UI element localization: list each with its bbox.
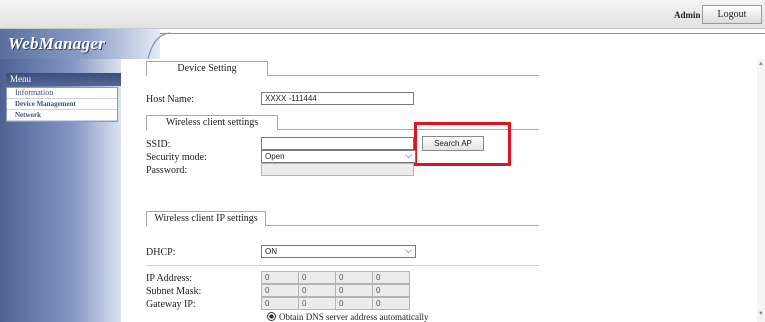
tab-device-setting: Device Setting [146, 61, 268, 76]
dhcp-select[interactable]: ON ⌵ [261, 245, 416, 258]
security-mode-select[interactable]: Open ⌵ [261, 150, 416, 163]
subnet-octet-3[interactable]: 0 [335, 284, 373, 297]
ip-octet-4[interactable]: 0 [372, 271, 410, 284]
sidebar-item-device-management[interactable]: Device Management [7, 99, 117, 110]
scroll-down-icon[interactable]: ▼ [757, 311, 765, 317]
ssid-input[interactable] [261, 137, 414, 150]
dns-auto-label: Obtain DNS server address automatically [279, 312, 429, 322]
subnet-octet-4[interactable]: 0 [372, 284, 410, 297]
gateway-octet-3[interactable]: 0 [335, 297, 373, 310]
scroll-up-icon[interactable]: ▲ [757, 61, 765, 67]
sidebar-item-network[interactable]: Network [7, 110, 117, 121]
tab-wireless-client-settings: Wireless client settings [146, 115, 278, 130]
ip-octet-2[interactable]: 0 [298, 271, 336, 284]
password-input[interactable] [261, 163, 414, 176]
subnet-octet-2[interactable]: 0 [298, 284, 336, 297]
ssid-label: SSID: [146, 139, 171, 150]
ip-octet-3[interactable]: 0 [335, 271, 373, 284]
section-divider [267, 75, 539, 76]
subnet-octet-1[interactable]: 0 [261, 284, 299, 297]
radio-selected-icon[interactable] [267, 312, 276, 321]
gateway-ip-label: Gateway IP: [146, 299, 196, 310]
chevron-down-icon: ⌵ [405, 150, 412, 160]
main-content: Device Setting Host Name: XXXX -111444 W… [121, 59, 765, 322]
gateway-octet-2[interactable]: 0 [298, 297, 336, 310]
sidebar-item-information[interactable]: Information [7, 88, 117, 99]
logo-text: WebManager [8, 34, 106, 53]
security-mode-label: Security mode: [146, 152, 207, 163]
logout-button[interactable]: Logout [702, 5, 762, 24]
subnet-mask-field[interactable]: 0 0 0 0 [261, 284, 411, 297]
gateway-ip-field[interactable]: 0 0 0 0 [261, 297, 411, 310]
logo-row: WebManager [0, 29, 765, 59]
gateway-octet-1[interactable]: 0 [261, 297, 299, 310]
security-mode-value: Open [265, 152, 285, 161]
sidebar: Menu Information Device Management Netwo… [0, 59, 121, 322]
ip-octet-1[interactable]: 0 [261, 271, 299, 284]
gateway-octet-4[interactable]: 0 [372, 297, 410, 310]
top-bar: Admin Logout [0, 0, 765, 29]
menu-header: Menu [6, 73, 121, 86]
highlight-box [414, 122, 511, 166]
dhcp-label: DHCP: [146, 247, 176, 258]
ip-address-label: IP Address: [146, 273, 193, 284]
host-name-label: Host Name: [146, 94, 195, 105]
section-divider [146, 265, 539, 266]
scrollbar[interactable]: ▲ ▼ [757, 59, 765, 322]
current-user-label: Admin [674, 10, 701, 20]
ip-address-field[interactable]: 0 . 0 0 0 [261, 271, 411, 284]
password-label: Password: [146, 165, 188, 176]
menu-list: Information Device Management Network [6, 87, 118, 122]
section-divider [265, 225, 539, 226]
tab-wireless-ip-settings: Wireless client IP settings [146, 211, 266, 226]
subnet-mask-label: Subnet Mask: [146, 286, 202, 297]
chevron-down-icon: ⌵ [405, 245, 412, 255]
host-name-input[interactable]: XXXX -111444 [261, 92, 414, 105]
dhcp-value: ON [265, 247, 277, 256]
header-divider [160, 33, 765, 34]
dns-auto-option[interactable]: Obtain DNS server address automatically [267, 312, 428, 322]
